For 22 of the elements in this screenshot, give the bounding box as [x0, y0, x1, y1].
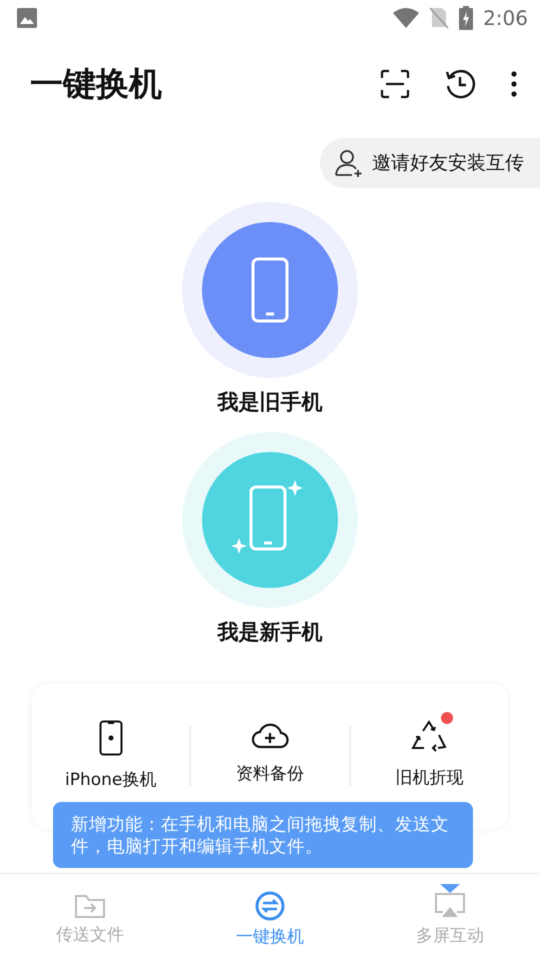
battery-icon — [459, 6, 474, 30]
more-icon — [510, 70, 518, 98]
scan-icon — [380, 69, 410, 99]
tool-shortcut[interactable]: 旧机折现 — [350, 710, 508, 789]
invite-friends-button[interactable]: 邀请好友安装互传 — [320, 138, 540, 188]
no-sim-icon — [429, 7, 450, 29]
phone-icon — [251, 257, 289, 323]
phone-icon — [98, 720, 123, 756]
tool-shortcut[interactable]: iPhone换机 — [32, 710, 190, 791]
wifi-icon — [393, 8, 420, 28]
tooltip-pointer — [440, 884, 460, 893]
page-title: 一键换机 — [30, 62, 163, 104]
feature-tooltip: 新增功能：在手机和电脑之间拖拽复制、发送文件，电脑打开和编辑手机文件。 — [53, 802, 473, 868]
screen-cast-icon — [434, 892, 466, 920]
clock-time: 2:06 — [483, 6, 528, 30]
recycle-icon — [411, 720, 448, 754]
tool-shortcut[interactable]: 资料备份 — [191, 710, 349, 785]
folder-icon — [74, 893, 106, 919]
add-person-icon — [334, 148, 364, 178]
image-icon — [16, 7, 38, 29]
swap-icon — [255, 891, 285, 921]
history-icon — [444, 68, 476, 100]
